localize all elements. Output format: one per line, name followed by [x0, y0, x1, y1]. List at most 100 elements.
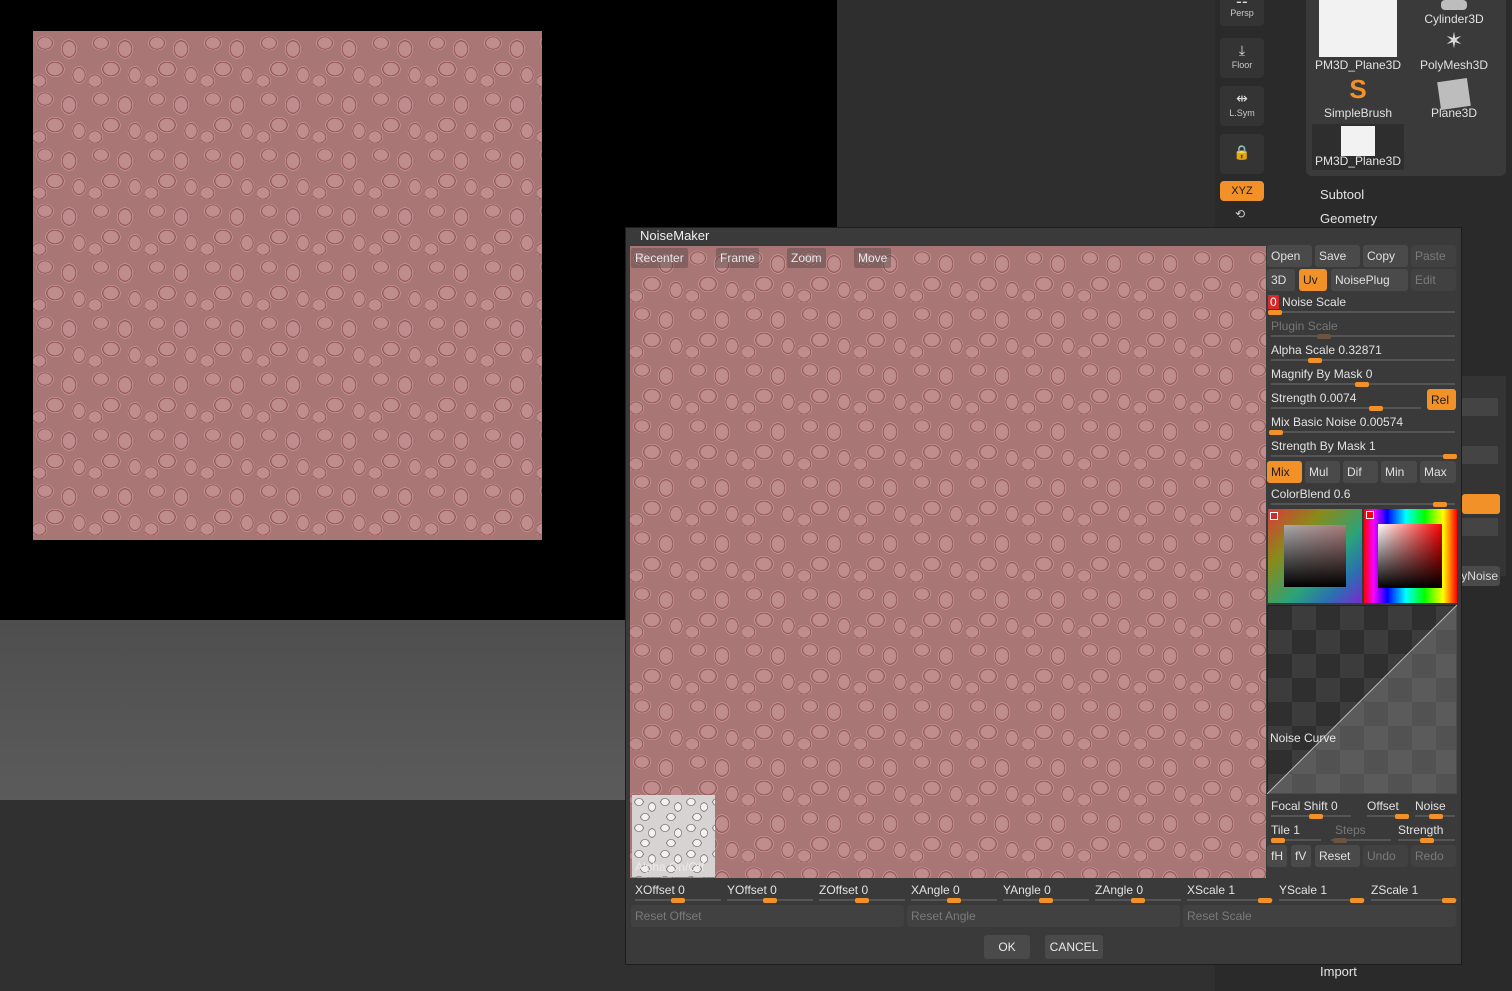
- noiseplug-button[interactable]: NoisePlug: [1331, 269, 1408, 291]
- yangle-slider[interactable]: YAngle 0: [1003, 881, 1089, 903]
- slider-knob[interactable]: [1258, 898, 1272, 903]
- slider-knob[interactable]: [1442, 898, 1456, 903]
- tool-cylinder3d[interactable]: Cylinder3D: [1408, 0, 1500, 28]
- zoom-button[interactable]: Zoom: [787, 248, 826, 268]
- slider-knob[interactable]: [1268, 310, 1282, 315]
- lock-camera-button[interactable]: 🔒: [1220, 134, 1264, 174]
- noise-slider[interactable]: Noise: [1415, 797, 1455, 819]
- slider-knob[interactable]: [1309, 814, 1323, 819]
- xyz-rotate-button[interactable]: XYZ: [1220, 181, 1264, 201]
- blend-mul-button[interactable]: Mul: [1305, 461, 1340, 483]
- slider-knob[interactable]: [1369, 406, 1383, 411]
- recenter-button[interactable]: Recenter: [631, 248, 688, 268]
- slider-knob[interactable]: [1333, 838, 1347, 843]
- save-button[interactable]: Save: [1315, 245, 1360, 267]
- tray-field[interactable]: [1462, 398, 1498, 416]
- lsym-button[interactable]: ⇹ L.Sym: [1220, 86, 1264, 126]
- reset-curve-button[interactable]: Reset: [1315, 845, 1360, 867]
- redo-button[interactable]: Redo: [1411, 845, 1456, 867]
- rotate-y-icon[interactable]: ⟲: [1235, 207, 1245, 221]
- move-button[interactable]: Move: [854, 248, 892, 268]
- slider-knob[interactable]: [1308, 358, 1322, 363]
- colorblend-slider[interactable]: ColorBlend 0.6: [1271, 485, 1455, 507]
- zscale-slider[interactable]: ZScale 1: [1371, 881, 1457, 903]
- tray-field[interactable]: [1462, 446, 1498, 464]
- noise-scale-slider[interactable]: 0 Noise Scale: [1268, 293, 1455, 315]
- slider-knob[interactable]: [1317, 334, 1331, 339]
- offset-slider[interactable]: Offset: [1367, 797, 1409, 819]
- xangle-slider[interactable]: XAngle 0: [911, 881, 997, 903]
- blend-max-button[interactable]: Max: [1420, 461, 1456, 483]
- xoffset-slider[interactable]: XOffset 0: [635, 881, 721, 903]
- slider-knob[interactable]: [855, 898, 869, 903]
- strength-2-slider[interactable]: Strength: [1398, 821, 1455, 843]
- blend-dif-button[interactable]: Dif: [1343, 461, 1378, 483]
- rel-button[interactable]: Rel: [1427, 389, 1456, 410]
- slider-knob[interactable]: [1420, 838, 1434, 843]
- slider-knob[interactable]: [1269, 430, 1283, 435]
- paste-button[interactable]: Paste: [1411, 245, 1456, 267]
- strength-slider[interactable]: Strength 0.0074: [1271, 389, 1421, 411]
- slider-knob[interactable]: [763, 898, 777, 903]
- cancel-button[interactable]: CANCEL: [1045, 935, 1103, 959]
- tool-plane3d[interactable]: Plane3D: [1408, 76, 1500, 122]
- tool-pm3d-plane3d-2[interactable]: PM3D_Plane3D: [1312, 124, 1404, 170]
- tray-field[interactable]: [1462, 518, 1498, 536]
- slider-knob[interactable]: [1395, 814, 1409, 819]
- color-picker-1-field[interactable]: [1284, 525, 1346, 587]
- mode-3d-button[interactable]: 3D: [1267, 269, 1295, 291]
- xscale-slider[interactable]: XScale 1: [1187, 881, 1273, 903]
- open-button[interactable]: Open: [1267, 245, 1312, 267]
- strength-by-mask-slider[interactable]: Strength By Mask 1: [1271, 437, 1457, 459]
- blend-mix-button[interactable]: Mix: [1267, 461, 1302, 483]
- slider-knob[interactable]: [1039, 898, 1053, 903]
- tool-polymesh3d[interactable]: ✶ PolyMesh3D: [1408, 28, 1500, 74]
- persp-button[interactable]: ☷ Persp: [1220, 0, 1264, 26]
- edit-button[interactable]: Edit: [1411, 269, 1456, 291]
- zangle-slider[interactable]: ZAngle 0: [1095, 881, 1181, 903]
- color-picker-2-field[interactable]: [1378, 524, 1442, 588]
- slider-knob[interactable]: [1350, 898, 1364, 903]
- yoffset-slider[interactable]: YOffset 0: [727, 881, 813, 903]
- slider-knob[interactable]: [947, 898, 961, 903]
- reset-scale-button[interactable]: Reset Scale: [1183, 905, 1456, 927]
- tool-simplebrush[interactable]: S SimpleBrush: [1312, 74, 1404, 122]
- mix-basic-noise-slider[interactable]: Mix Basic Noise 0.00574: [1269, 413, 1455, 435]
- blend-min-button[interactable]: Min: [1381, 461, 1417, 483]
- menu-subtool[interactable]: Subtool: [1320, 187, 1364, 202]
- magnify-by-mask-label: Magnify By Mask 0: [1271, 367, 1373, 381]
- floor-button[interactable]: ⤓ Floor: [1220, 38, 1264, 78]
- menu-geometry[interactable]: Geometry: [1320, 211, 1377, 226]
- mode-uv-button[interactable]: Uv: [1299, 269, 1327, 291]
- reset-offset-button[interactable]: Reset Offset: [631, 905, 904, 927]
- alpha-toggle-label[interactable]: Alpha On/Off: [635, 860, 704, 874]
- yscale-slider[interactable]: YScale 1: [1279, 881, 1365, 903]
- alpha-scale-label: Alpha Scale 0.32871: [1271, 343, 1382, 357]
- tray-active-button[interactable]: [1462, 494, 1500, 514]
- ok-button[interactable]: OK: [984, 935, 1030, 959]
- reset-angle-button[interactable]: Reset Angle: [907, 905, 1180, 927]
- slider-knob[interactable]: [1429, 814, 1443, 819]
- frame-button[interactable]: Frame: [716, 248, 759, 268]
- copy-button[interactable]: Copy: [1363, 245, 1408, 267]
- alpha-scale-slider[interactable]: Alpha Scale 0.32871: [1271, 341, 1455, 363]
- magnify-by-mask-slider[interactable]: Magnify By Mask 0: [1271, 365, 1455, 387]
- flip-h-button[interactable]: fH: [1267, 845, 1287, 867]
- plugin-scale-slider[interactable]: Plugin Scale: [1271, 317, 1455, 339]
- flip-v-button[interactable]: fV: [1291, 845, 1311, 867]
- tile-slider[interactable]: Tile 1: [1271, 821, 1321, 843]
- slider-knob[interactable]: [1131, 898, 1145, 903]
- slider-knob[interactable]: [1433, 502, 1447, 507]
- undo-button[interactable]: Undo: [1363, 845, 1408, 867]
- noise-preview[interactable]: [630, 246, 1266, 878]
- slider-knob[interactable]: [1271, 838, 1285, 843]
- zoffset-slider[interactable]: ZOffset 0: [819, 881, 905, 903]
- tool-pm3d-plane3d[interactable]: PM3D_Plane3D: [1312, 0, 1404, 74]
- steps-slider[interactable]: Steps: [1331, 821, 1391, 843]
- slider-knob[interactable]: [1355, 382, 1369, 387]
- focal-shift-slider[interactable]: Focal Shift 0: [1271, 797, 1351, 819]
- menu-import[interactable]: Import: [1320, 964, 1357, 979]
- slider-knob[interactable]: [671, 898, 685, 903]
- polynoise-button[interactable]: lyNoise: [1456, 566, 1500, 586]
- slider-knob[interactable]: [1443, 454, 1457, 459]
